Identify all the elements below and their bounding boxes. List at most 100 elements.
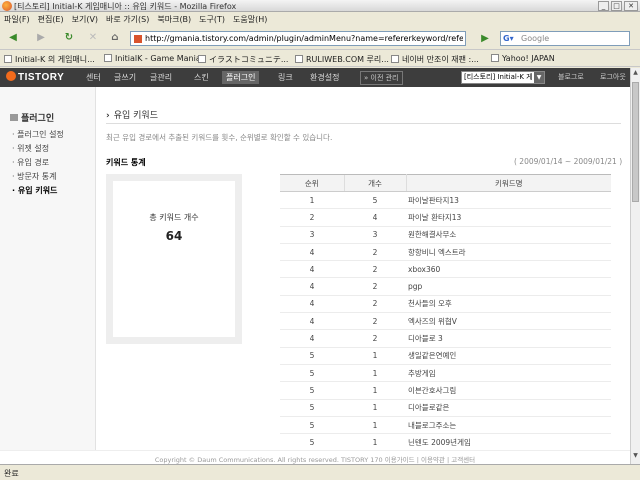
count-cell: 2 <box>344 277 406 296</box>
table-row: 4 2 천사들의 오후 <box>280 295 611 314</box>
browser-window: [티스토리] Initial-K 게임매니아 :: 유입 키워드 - Mozil… <box>0 0 640 480</box>
tistory-logo[interactable]: TISTORY <box>6 71 64 83</box>
topmenu-link[interactable]: 링크 <box>278 72 293 83</box>
plugin-icon <box>10 114 18 121</box>
menu-bar: 파일(F) 편집(E) 보기(V) 바로 가기(S) 북마크(B) 도구(T) 도움말(H) <box>0 12 640 26</box>
page-description: 최근 유입 경로에서 추출된 키워드를 횟수, 순위별로 확인할 수 있습니다. <box>106 133 333 142</box>
count-cell: 1 <box>344 399 406 417</box>
column-rank: 순위 <box>280 174 344 192</box>
forward-button[interactable]: ▶ <box>32 29 50 47</box>
keyword-cell[interactable]: 이븐간호사그림 <box>406 381 611 400</box>
keyword-cell[interactable]: 원한해결사무소 <box>406 226 611 244</box>
sidebar-item-keywords[interactable]: · 유입 키워드 <box>12 185 57 196</box>
table-row: 4 2 pgp <box>280 277 611 296</box>
count-cell: 2 <box>344 243 406 262</box>
page-icon <box>4 55 12 63</box>
keyword-cell[interactable]: 닌텐도 2009년게임 <box>406 433 611 452</box>
topmenu-settings[interactable]: 환경설정 <box>310 72 339 83</box>
topmenu-skin[interactable]: 스킨 <box>194 72 209 83</box>
title-bar: [티스토리] Initial-K 게임매니아 :: 유입 키워드 - Mozil… <box>0 0 640 12</box>
menu-file[interactable]: 파일(F) <box>0 12 34 27</box>
page-icon <box>391 55 399 63</box>
keyword-cell[interactable]: 추방게임 <box>406 364 611 383</box>
bookmark-item[interactable]: Initial-K 의 게임매니... <box>4 54 95 65</box>
keyword-cell[interactable]: 파이날판타지13 <box>406 191 611 210</box>
sidebar-item-referrer[interactable]: · 유입 경로 <box>12 157 49 168</box>
menu-help[interactable]: 도움말(H) <box>229 12 271 27</box>
maximize-button[interactable]: □ <box>611 1 622 11</box>
blog-select[interactable]: [티스토리] Initial-K 게 ▼ <box>461 71 545 84</box>
keyword-cell[interactable]: pgp <box>406 277 611 296</box>
keyword-cell[interactable]: 항항비니 엑스트라 <box>406 243 611 262</box>
rank-cell: 4 <box>280 243 344 262</box>
rank-cell: 5 <box>280 364 344 383</box>
menu-edit[interactable]: 편집(E) <box>34 12 68 27</box>
keyword-cell[interactable]: 디아블로 3 <box>406 329 611 348</box>
topmenu-write[interactable]: 글쓰기 <box>114 72 136 83</box>
home-icon[interactable]: ⌂ <box>106 29 124 47</box>
logout-link[interactable]: 로그아웃 <box>600 72 626 82</box>
sidebar-item-plugin-settings[interactable]: · 플러그인 설정 <box>12 129 64 140</box>
bookmark-item[interactable]: 네이버 만조이 재팬 :... <box>391 54 479 65</box>
keyword-cell[interactable]: 엑사즈의 위협V <box>406 312 611 331</box>
rank-cell: 5 <box>280 347 344 365</box>
table-row: 5 1 생일같은연예인 <box>280 347 611 365</box>
total-label: 총 키워드 개수 <box>149 213 199 222</box>
sidebar-heading: 플러그인 <box>10 111 54 124</box>
address-bar[interactable]: http://gmania.tistory.com/admin/plugin/a… <box>130 31 466 46</box>
keyword-cell[interactable]: 디아블로같은 <box>406 399 611 417</box>
rank-cell: 3 <box>280 226 344 244</box>
reload-icon[interactable]: ↻ <box>60 29 78 47</box>
topmenu-plugin[interactable]: 플러그인 <box>222 71 260 84</box>
total-keyword-box: 총 키워드 개수 64 <box>106 174 242 344</box>
keyword-table: 순위 개수 키워드명 1 5 파이날판타지13 2 4 파이날 환타지13 3 3 원한해결사무… <box>280 174 611 452</box>
topmenu-posts[interactable]: 글관리 <box>150 72 172 83</box>
menu-view[interactable]: 보기(V) <box>68 12 102 27</box>
sidebar-item-visitor-stats[interactable]: · 방문자 통계 <box>12 171 56 182</box>
topmenu-center[interactable]: 센터 <box>86 72 101 83</box>
vertical-scrollbar[interactable]: ▲ ▼ <box>630 68 640 464</box>
close-button[interactable]: ✕ <box>624 1 638 11</box>
menu-go[interactable]: 바로 가기(S) <box>102 12 153 27</box>
keyword-cell[interactable]: 천사들의 오후 <box>406 295 611 314</box>
page-icon <box>491 54 499 62</box>
menu-tools[interactable]: 도구(T) <box>195 12 229 27</box>
bookmark-item[interactable]: Yahoo! JAPAN <box>491 54 555 63</box>
sidebar-item-widget-settings[interactable]: · 위젯 설정 <box>12 143 49 154</box>
keyword-cell[interactable]: xbox360 <box>406 260 611 279</box>
search-input[interactable]: G▾ Google <box>500 31 630 46</box>
stop-icon[interactable]: ✕ <box>84 29 102 47</box>
old-admin-button[interactable]: » 이전 관리 <box>360 71 403 85</box>
scroll-thumb[interactable] <box>632 82 639 202</box>
rank-cell: 5 <box>280 416 344 435</box>
page-icon <box>104 54 112 62</box>
page-content: TISTORY 센터 글쓰기 글관리 스킨 플러그인 링크 환경설정 » 이전 … <box>0 68 630 464</box>
bookmark-item[interactable]: RULIWEB.COM 루리... <box>295 54 389 65</box>
scroll-down-icon[interactable]: ▼ <box>632 452 639 462</box>
keyword-cell[interactable]: 내블로그주소는 <box>406 416 611 435</box>
rank-cell: 5 <box>280 399 344 417</box>
total-value: 64 <box>165 229 183 243</box>
count-cell: 5 <box>344 191 406 210</box>
rank-cell: 2 <box>280 208 344 227</box>
keyword-cell[interactable]: 생일같은연예인 <box>406 347 611 365</box>
menu-bookmarks[interactable]: 북마크(B) <box>153 12 195 27</box>
address-text: http://gmania.tistory.com/admin/plugin/a… <box>145 34 463 43</box>
back-button[interactable]: ◀ <box>4 29 22 47</box>
count-cell: 1 <box>344 364 406 383</box>
bookmark-item[interactable]: イラストコミュニテ... <box>198 54 288 65</box>
scroll-up-icon[interactable]: ▲ <box>632 69 639 79</box>
count-cell: 3 <box>344 226 406 244</box>
count-cell: 4 <box>344 208 406 227</box>
tistory-topbar: TISTORY 센터 글쓰기 글관리 스킨 플러그인 링크 환경설정 » 이전 … <box>0 68 630 87</box>
rank-cell: 4 <box>280 312 344 331</box>
rank-cell: 4 <box>280 329 344 348</box>
go-button[interactable]: ▶ <box>478 31 492 46</box>
date-range: ( 2009/01/14 ~ 2009/01/21 ) <box>514 157 623 166</box>
blog-link[interactable]: 블로그로 <box>558 72 584 82</box>
minimize-button[interactable]: _ <box>598 1 609 11</box>
table-row: 5 1 내블로그주소는 <box>280 416 611 435</box>
keyword-cell[interactable]: 파이날 환타지13 <box>406 208 611 227</box>
bookmark-item[interactable]: InitialK - Game Mania <box>104 54 201 63</box>
table-row: 4 2 xbox360 <box>280 260 611 279</box>
